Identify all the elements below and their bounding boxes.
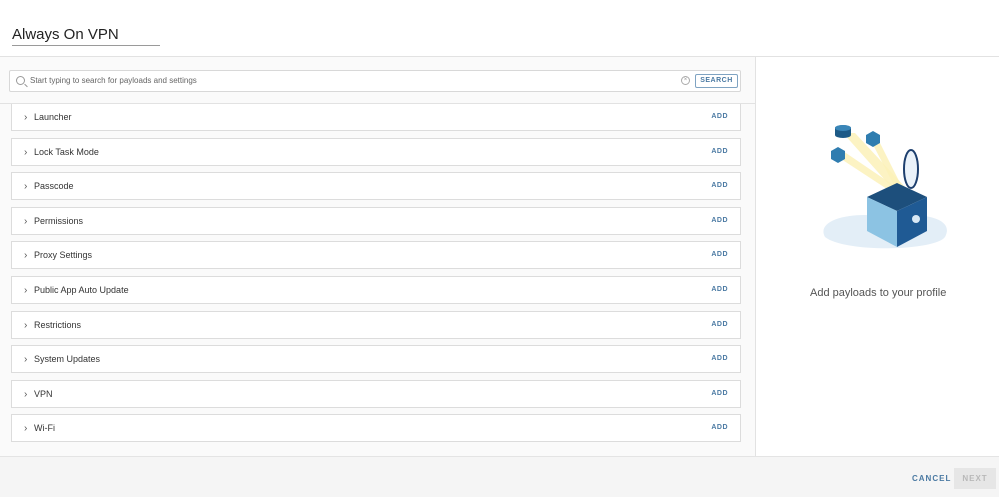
payload-label: Restrictions bbox=[34, 319, 82, 330]
add-payload-button[interactable]: ADD bbox=[711, 148, 728, 155]
add-payload-button[interactable]: ADD bbox=[711, 321, 728, 328]
chevron-right-icon[interactable]: › bbox=[24, 285, 27, 296]
chevron-right-icon[interactable]: › bbox=[24, 423, 27, 434]
chevron-right-icon[interactable]: › bbox=[24, 354, 27, 365]
add-payload-button[interactable]: ADD bbox=[711, 355, 728, 362]
add-payload-button[interactable]: ADD bbox=[711, 390, 728, 397]
empty-state-panel bbox=[757, 57, 999, 456]
chevron-right-icon[interactable]: › bbox=[24, 320, 27, 331]
empty-state-message: Add payloads to your profile bbox=[810, 287, 947, 299]
header: Always On VPN bbox=[0, 0, 999, 57]
add-payload-button[interactable]: ADD bbox=[711, 286, 728, 293]
search-input[interactable]: Start typing to search for payloads and … bbox=[9, 70, 741, 92]
chevron-right-icon[interactable]: › bbox=[24, 147, 27, 158]
payload-row[interactable]: › Proxy Settings ADD bbox=[11, 241, 741, 270]
cancel-button[interactable]: CANCEL bbox=[912, 474, 951, 483]
payload-row[interactable]: › Permissions ADD bbox=[11, 206, 741, 235]
clear-icon[interactable]: × bbox=[681, 76, 690, 85]
payload-label: Permissions bbox=[34, 215, 84, 226]
payload-row[interactable]: › Lock Task Mode ADD bbox=[11, 137, 741, 166]
payload-label: System Updates bbox=[34, 354, 101, 365]
payload-row[interactable]: › Wi-Fi ADD bbox=[11, 414, 741, 443]
payload-row[interactable]: › System Updates ADD bbox=[11, 345, 741, 374]
add-payload-button[interactable]: ADD bbox=[711, 251, 728, 258]
search-button[interactable]: SEARCH bbox=[695, 74, 738, 88]
chevron-right-icon[interactable]: › bbox=[24, 181, 27, 192]
chevron-right-icon[interactable]: › bbox=[24, 112, 27, 123]
payload-label: Lock Task Mode bbox=[34, 146, 99, 157]
add-payload-button[interactable]: ADD bbox=[711, 182, 728, 189]
chevron-right-icon[interactable]: › bbox=[24, 389, 27, 400]
payload-label: Launcher bbox=[34, 112, 72, 122]
add-payload-button[interactable]: ADD bbox=[711, 424, 728, 431]
payload-label: VPN bbox=[34, 388, 53, 399]
payload-row[interactable]: › Launcher ADD bbox=[11, 104, 741, 131]
search-placeholder: Start typing to search for payloads and … bbox=[30, 76, 197, 85]
payload-label: Public App Auto Update bbox=[34, 285, 129, 295]
footer bbox=[0, 456, 999, 497]
add-payload-button[interactable]: ADD bbox=[711, 113, 728, 120]
search-icon bbox=[16, 76, 25, 85]
chevron-right-icon[interactable]: › bbox=[24, 250, 27, 261]
payload-list: › Launcher ADD › Lock Task Mode ADD › Passcode A… bbox=[11, 104, 742, 444]
payload-label: Proxy Settings bbox=[34, 250, 93, 261]
payload-row[interactable]: › VPN ADD bbox=[11, 379, 741, 408]
payload-row[interactable]: › Restrictions ADD bbox=[11, 310, 741, 339]
payload-label: Wi-Fi bbox=[34, 423, 55, 434]
chevron-right-icon[interactable]: › bbox=[24, 216, 27, 227]
next-button[interactable]: NEXT bbox=[954, 468, 996, 489]
payload-label: Passcode bbox=[34, 181, 74, 192]
open-box-illustration-icon bbox=[823, 125, 947, 249]
profile-name-input[interactable]: Always On VPN bbox=[12, 26, 160, 46]
payload-row[interactable]: › Passcode ADD bbox=[11, 172, 741, 201]
payload-row[interactable]: › Public App Auto Update ADD bbox=[11, 276, 741, 304]
add-payload-button[interactable]: ADD bbox=[711, 217, 728, 224]
